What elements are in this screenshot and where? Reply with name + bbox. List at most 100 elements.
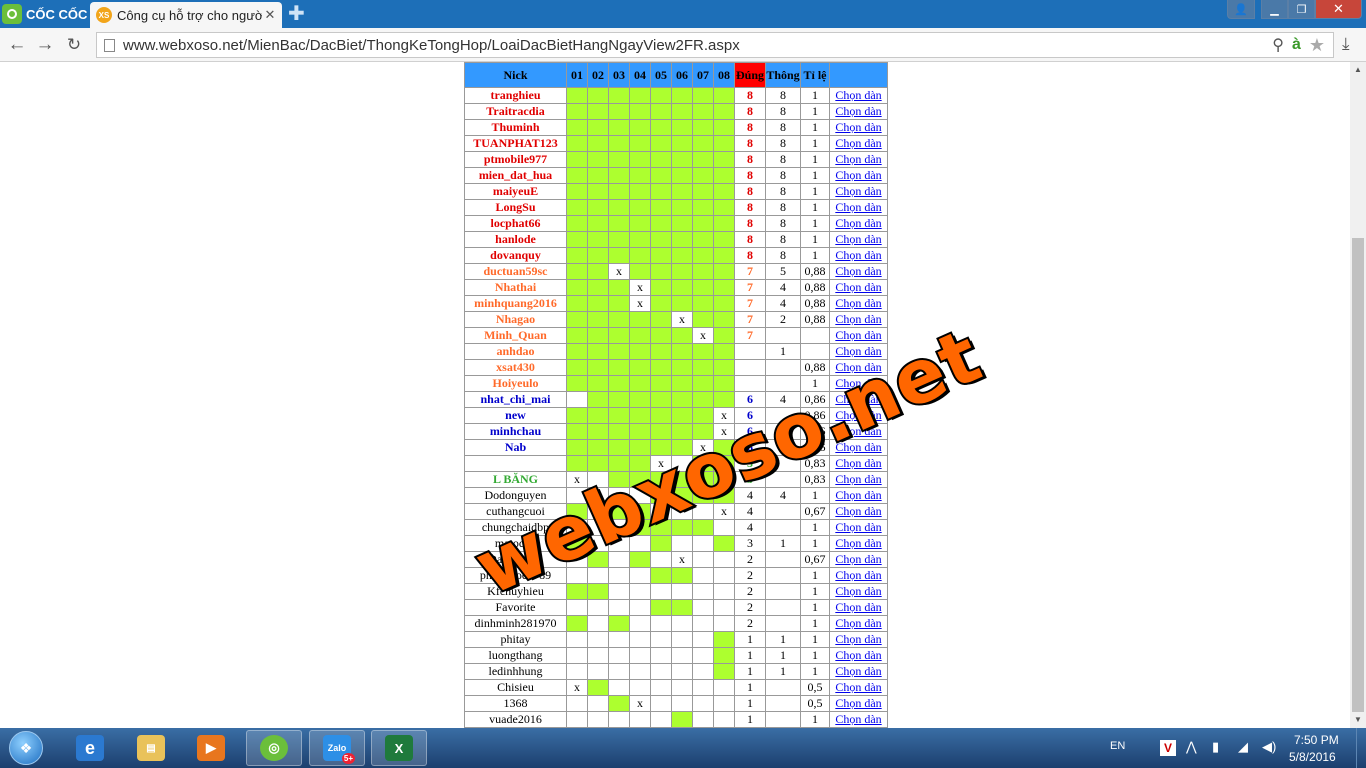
header-col-2: 02 (587, 62, 609, 88)
chon-dan-link[interactable]: Chọn dàn (829, 455, 888, 472)
restore-icon[interactable]: ❐ (1288, 0, 1315, 19)
chon-dan-link[interactable]: Chọn dàn (829, 615, 888, 632)
chon-dan-link[interactable]: Chọn dàn (829, 487, 888, 504)
tab-close-icon[interactable]: ✕ (262, 7, 278, 23)
row-cell-1 (566, 423, 588, 440)
row-cell-2 (587, 567, 609, 584)
start-button[interactable]: ❖ (4, 730, 48, 766)
back-arrow-icon[interactable]: ← (6, 34, 28, 56)
chon-dan-link[interactable]: Chọn dàn (829, 567, 888, 584)
row-thong: 1 (765, 631, 801, 648)
row-nick: Hoiyeulo (464, 375, 567, 392)
chon-dan-link[interactable]: Chọn dàn (829, 471, 888, 488)
address-bar[interactable]: www.webxoso.net/MienBac/DacBiet/ThongKeT… (96, 32, 1334, 58)
chon-dan-link[interactable]: Chọn dàn (829, 407, 888, 424)
vertical-scrollbar[interactable]: ▲ ▼ (1350, 62, 1366, 728)
download-icon[interactable]: ⤓ (1342, 34, 1350, 54)
chon-dan-link[interactable]: Chọn dàn (829, 87, 888, 104)
chon-dan-link[interactable]: Chọn dàn (829, 231, 888, 248)
row-cell-4 (629, 119, 651, 136)
taskbar-coccoc[interactable]: ◎ (246, 730, 302, 766)
vietkey-icon[interactable]: V (1160, 740, 1176, 756)
chon-dan-link[interactable]: Chọn dàn (829, 503, 888, 520)
taskbar-explorer[interactable]: ▤ (123, 730, 179, 766)
row-cell-3 (608, 455, 630, 472)
network-icon[interactable]: ◢ (1238, 739, 1248, 755)
row-dung: 8 (734, 183, 766, 200)
row-cell-5 (650, 263, 672, 280)
row-cell-4: x (629, 279, 651, 296)
new-tab-icon[interactable]: ✚ (288, 4, 305, 24)
show-desktop-button[interactable] (1356, 728, 1366, 768)
chon-dan-link[interactable]: Chọn dàn (829, 679, 888, 696)
chon-dan-link[interactable]: Chọn dàn (829, 647, 888, 664)
chon-dan-link[interactable]: Chọn dàn (829, 695, 888, 712)
scroll-down-icon[interactable]: ▼ (1350, 712, 1366, 728)
taskbar-excel[interactable]: X (371, 730, 427, 766)
volume-icon[interactable]: ◀) (1262, 739, 1276, 755)
row-cell-8 (713, 615, 735, 632)
chon-dan-link[interactable]: Chọn dàn (829, 135, 888, 152)
close-window-icon[interactable]: ✕ (1315, 0, 1362, 19)
chon-dan-link[interactable]: Chọn dàn (829, 103, 888, 120)
browser-tab[interactable]: XS Công cụ hỗ trợ cho người ✕ (90, 2, 282, 28)
chon-dan-link[interactable]: Chọn dàn (829, 151, 888, 168)
row-nick: ledinhhung (464, 663, 567, 680)
url-text[interactable]: www.webxoso.net/MienBac/DacBiet/ThongKeT… (123, 37, 1272, 54)
taskbar-ie[interactable]: e (62, 730, 118, 766)
taskbar-media[interactable]: ▶ (183, 730, 239, 766)
chon-dan-link[interactable]: Chọn dàn (829, 599, 888, 616)
browser-brand[interactable]: CỐC CỐC (2, 3, 87, 25)
reload-icon[interactable]: ↻ (63, 34, 85, 56)
chon-dan-link[interactable]: Chọn dàn (829, 343, 888, 360)
chon-dan-link[interactable]: Chọn dàn (829, 311, 888, 328)
browser-toolbar: ← → ↻ www.webxoso.net/MienBac/DacBiet/Th… (0, 28, 1366, 62)
row-cell-4 (629, 631, 651, 648)
row-cell-7 (692, 583, 714, 600)
language-indicator[interactable]: EN (1110, 740, 1125, 752)
row-cell-3 (608, 695, 630, 712)
chon-dan-link[interactable]: Chọn dàn (829, 199, 888, 216)
zoom-icon[interactable]: ⚲ (1272, 35, 1284, 55)
row-cell-2 (587, 103, 609, 120)
chon-dan-link[interactable]: Chọn dàn (829, 551, 888, 568)
chon-dan-link[interactable]: Chọn dàn (829, 519, 888, 536)
scroll-thumb[interactable] (1352, 238, 1364, 712)
chon-dan-link[interactable]: Chọn dàn (829, 247, 888, 264)
minimize-icon[interactable]: ▁ (1261, 0, 1288, 19)
chon-dan-link[interactable]: Chọn dàn (829, 295, 888, 312)
chon-dan-link[interactable]: Chọn dàn (829, 215, 888, 232)
chon-dan-link[interactable]: Chọn dàn (829, 711, 888, 728)
taskbar-zalo[interactable]: Zalo 5+ (309, 730, 365, 766)
translate-icon[interactable]: à (1292, 36, 1301, 54)
chon-dan-link[interactable]: Chọn dàn (829, 263, 888, 280)
row-cell-7 (692, 519, 714, 536)
row-dung: 5 (734, 455, 766, 472)
chon-dan-link[interactable]: Chọn dàn (829, 327, 888, 344)
tray-chevron-icon[interactable]: ⋀ (1186, 739, 1197, 755)
browser-brand-label: CỐC CỐC (26, 6, 88, 22)
chon-dan-link[interactable]: Chọn dàn (829, 535, 888, 552)
chon-dan-link[interactable]: Chọn dàn (829, 583, 888, 600)
chon-dan-link[interactable]: Chọn dàn (829, 631, 888, 648)
battery-icon[interactable]: ▮ (1212, 739, 1219, 755)
chon-dan-link[interactable]: Chọn dàn (829, 663, 888, 680)
clock-time[interactable]: 7:50 PM (1294, 733, 1339, 747)
chon-dan-link[interactable]: Chọn dàn (829, 439, 888, 456)
chon-dan-link[interactable]: Chọn dàn (829, 183, 888, 200)
bookmark-star-icon[interactable]: ★ (1309, 35, 1325, 56)
chon-dan-link[interactable]: Chọn dàn (829, 391, 888, 408)
profile-icon[interactable]: 👤 (1227, 0, 1255, 19)
scroll-up-icon[interactable]: ▲ (1350, 62, 1366, 78)
row-cell-2 (587, 119, 609, 136)
row-cell-3 (608, 599, 630, 616)
row-cell-8 (713, 535, 735, 552)
chon-dan-link[interactable]: Chọn dàn (829, 359, 888, 376)
clock-date[interactable]: 5/8/2016 (1289, 750, 1336, 764)
forward-arrow-icon[interactable]: → (34, 34, 56, 56)
chon-dan-link[interactable]: Chọn dàn (829, 119, 888, 136)
chon-dan-link[interactable]: Chọn dàn (829, 279, 888, 296)
chon-dan-link[interactable]: Chọn dàn (829, 375, 888, 392)
chon-dan-link[interactable]: Chọn dàn (829, 423, 888, 440)
chon-dan-link[interactable]: Chọn dàn (829, 167, 888, 184)
